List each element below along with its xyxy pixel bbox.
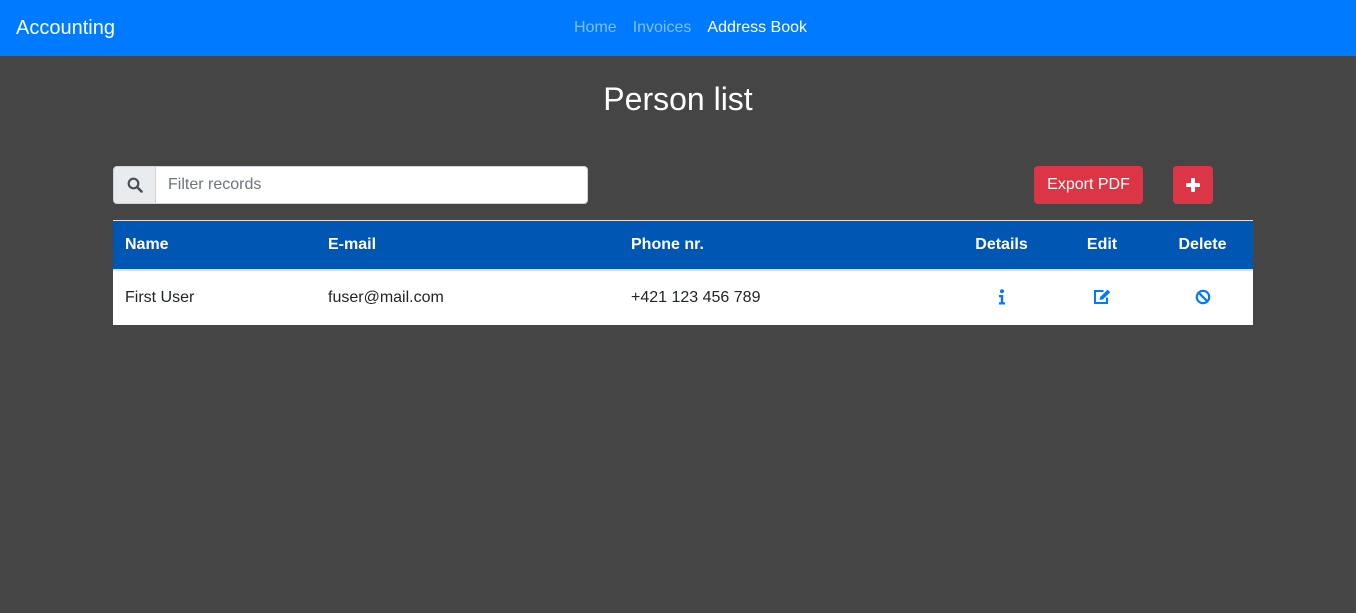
- cell-details: [951, 268, 1052, 325]
- table-header-row: Name E-mail Phone nr. Details Edit Delet…: [113, 220, 1253, 270]
- edit-icon[interactable]: [1093, 289, 1111, 305]
- table-row: First User fuser@mail.com +421 123 456 7…: [113, 268, 1253, 325]
- person-table: Name E-mail Phone nr. Details Edit Delet…: [113, 220, 1253, 325]
- cell-phone: +421 123 456 789: [619, 268, 951, 325]
- add-person-button[interactable]: [1173, 166, 1213, 204]
- cell-email: fuser@mail.com: [316, 268, 619, 325]
- ban-icon[interactable]: [1195, 289, 1211, 305]
- column-header-email[interactable]: E-mail: [316, 221, 619, 270]
- column-header-delete: Delete: [1178, 235, 1227, 253]
- column-header-name[interactable]: Name: [113, 221, 316, 270]
- nav-link-address-book[interactable]: Address Book: [707, 18, 807, 38]
- plus-icon: [1185, 177, 1201, 193]
- info-icon[interactable]: [998, 288, 1006, 305]
- cell-delete: [1152, 268, 1253, 325]
- nav-links: Home Invoices Address Book: [574, 18, 823, 38]
- nav-link-invoices[interactable]: Invoices: [633, 18, 692, 38]
- column-header-edit: Edit: [1086, 235, 1118, 253]
- brand-link[interactable]: Accounting: [16, 16, 115, 40]
- column-header-details: Details: [975, 235, 1028, 253]
- page-title: Person list: [603, 81, 753, 117]
- search-group: [113, 166, 588, 204]
- nav-link-home[interactable]: Home: [574, 18, 617, 38]
- search-input[interactable]: [156, 166, 588, 204]
- navbar: Accounting Home Invoices Address Book: [0, 0, 1356, 56]
- column-header-phone[interactable]: Phone nr.: [619, 221, 951, 270]
- search-icon: [113, 166, 156, 204]
- cell-name: First User: [113, 268, 316, 325]
- cell-edit: [1052, 268, 1152, 325]
- export-pdf-button[interactable]: Export PDF: [1034, 166, 1143, 204]
